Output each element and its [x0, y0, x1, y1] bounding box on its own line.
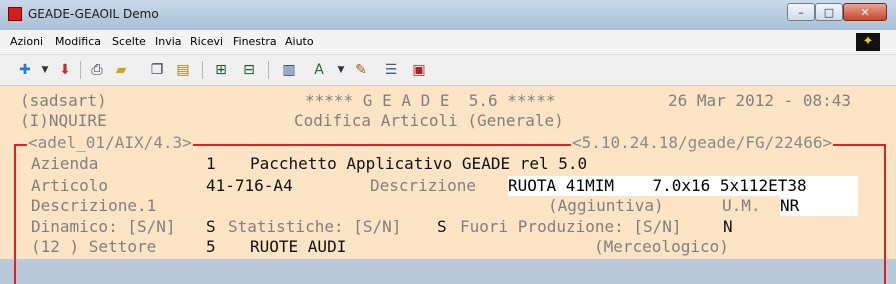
menu-modifica[interactable]: Modifica	[55, 35, 101, 48]
um-field[interactable]: NR	[780, 196, 858, 216]
menu-finestra[interactable]: Finestra	[233, 35, 277, 48]
app-icon	[8, 7, 22, 21]
descrizione-label: Descrizione	[370, 176, 476, 195]
menu-azioni[interactable]: Azioni	[10, 35, 43, 48]
toolbar-separator	[202, 61, 203, 79]
azienda-label: Azienda	[31, 154, 99, 173]
terminal-screen[interactable]: (sadsart) ***** G E A D E 5.6 ***** 26 M…	[0, 86, 896, 284]
frame-path-label: <5.10.24.18/geade/FG/22466>	[571, 133, 834, 153]
text-style-icon[interactable]: A	[310, 61, 328, 79]
paste-icon[interactable]: ▤	[174, 61, 192, 79]
settore-label: (12 ) Settore	[31, 237, 157, 256]
frame-host-label: <adel_01/AIX/4.3>	[27, 133, 193, 153]
title-bar: GEADE-GEAOIL Demo – □ ✕	[0, 0, 896, 31]
descrizione-field[interactable]: RUOTA 41MIM 7.0x16 5x112ET38	[508, 176, 858, 196]
terminal-datetime: 26 Mar 2012 - 08:43	[668, 91, 852, 110]
terminal-user: (sadsart)	[20, 91, 107, 110]
copy-icon[interactable]: ❐	[148, 61, 166, 79]
open-folder-icon[interactable]: ▰	[112, 61, 130, 79]
notes-icon[interactable]: ☰	[382, 61, 400, 79]
menu-aiuto[interactable]: Aiuto	[285, 35, 314, 48]
dropdown-arrow-icon[interactable]: ▼	[36, 61, 54, 79]
book-icon[interactable]: ▥	[280, 61, 298, 79]
azienda-code: 1	[206, 154, 216, 173]
dinamico-label: Dinamico: [S/N]	[31, 217, 176, 236]
toolbar-separator	[268, 61, 269, 79]
merceologico-label: (Merceologico)	[594, 237, 729, 256]
um-label: U.M.	[722, 196, 761, 215]
app-window: GEADE-GEAOIL Demo – □ ✕ Azioni Modifica …	[0, 0, 896, 284]
screen-title: Codifica Articoli (Generale)	[294, 111, 564, 130]
fuori-produzione-label: Fuori Produzione: [S/N]	[460, 217, 682, 236]
statistiche-label: Statistiche: [S/N]	[228, 217, 402, 236]
articolo-field[interactable]: 41-716-A4	[206, 176, 293, 196]
menu-invia[interactable]: Invia	[155, 35, 182, 48]
dinamico-field[interactable]: S	[206, 217, 216, 237]
terminal-product: ***** G E A D E 5.6 *****	[305, 91, 556, 110]
dropdown-arrow-icon[interactable]: ▼	[332, 61, 350, 79]
window-title: GEADE-GEAOIL Demo	[28, 7, 159, 21]
descrizione1-label: Descrizione.1	[31, 196, 157, 215]
close-button[interactable]: ✕	[843, 3, 887, 21]
new-icon[interactable]: ✚	[16, 61, 34, 79]
window-icon[interactable]: ▣	[410, 61, 428, 79]
edit-icon[interactable]: ✎	[352, 61, 370, 79]
toolbar-separator	[80, 61, 81, 79]
settore-name: RUOTE AUDI	[250, 237, 347, 256]
network-alt-icon[interactable]: ⊟	[240, 61, 258, 79]
minimize-button[interactable]: –	[787, 3, 815, 21]
fuori-produzione-field[interactable]: N	[723, 217, 733, 237]
network-icon[interactable]: ⊞	[212, 61, 230, 79]
statistiche-field[interactable]: S	[437, 217, 447, 237]
azienda-name: Pacchetto Applicativo GEADE rel 5.0	[250, 154, 588, 173]
toolbar: ✚ ▼ ⬇ ⎙ ▰ ❐ ▤ ⊞ ⊟ ▥ A ▼ ✎ ☰ ▣	[0, 55, 896, 86]
articolo-label: Articolo	[31, 176, 109, 195]
save-icon[interactable]: ⬇	[56, 61, 74, 79]
aggiuntiva-label: (Aggiuntiva)	[548, 196, 664, 215]
maximize-button[interactable]: □	[815, 3, 843, 21]
menu-ricevi[interactable]: Ricevi	[190, 35, 223, 48]
menu-scelte[interactable]: Scelte	[112, 35, 146, 48]
menu-bar: Azioni Modifica Scelte Invia Ricevi Fine…	[0, 30, 896, 55]
terminal-mode: (I)NQUIRE	[20, 111, 107, 130]
brand-logo-icon: ✦	[856, 33, 880, 51]
print-icon[interactable]: ⎙	[88, 61, 106, 79]
settore-code[interactable]: 5	[206, 237, 216, 257]
